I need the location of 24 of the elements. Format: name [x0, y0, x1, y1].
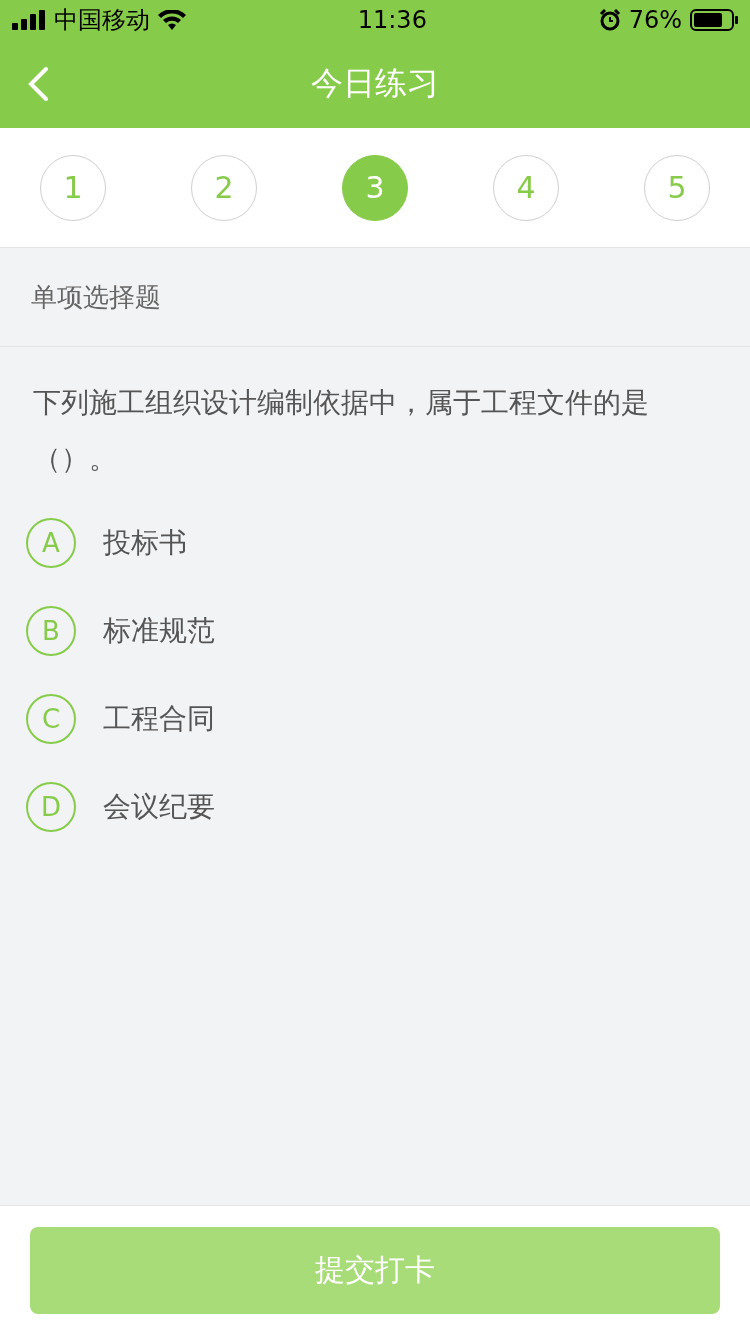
section-title: 单项选择题 — [0, 248, 750, 347]
option-letter[interactable]: A — [26, 518, 76, 568]
option-letter[interactable]: C — [26, 694, 76, 744]
back-icon[interactable] — [26, 66, 50, 102]
question-number-tab[interactable]: 5 — [644, 154, 710, 221]
question-number-tab[interactable]: 3 — [342, 154, 408, 221]
carrier-name: 中国移动 — [54, 5, 150, 36]
status-time: 11:36 — [357, 6, 427, 34]
option-text[interactable]: 标准规范 — [103, 612, 215, 650]
battery-percent: 76% — [628, 6, 682, 34]
question-text: 下列施工组织设计编制依据中，属于工程文件的是（）。 — [32, 385, 650, 477]
page-title: 今日练习 — [311, 63, 439, 104]
option-text[interactable]: 投标书 — [103, 524, 187, 562]
alarm-icon — [598, 9, 621, 31]
question-number-tab[interactable]: 2 — [191, 154, 257, 221]
option-letter[interactable]: D — [26, 782, 76, 832]
question-number-tab[interactable]: 1 — [40, 154, 106, 221]
battery-icon — [690, 9, 738, 31]
option-letter[interactable]: B — [26, 606, 76, 656]
wifi-icon — [158, 10, 186, 30]
option-text[interactable]: 工程合同 — [103, 700, 215, 738]
question-number-tab[interactable]: 4 — [493, 154, 559, 221]
signal-icon — [12, 10, 46, 30]
option-text[interactable]: 会议纪要 — [103, 788, 215, 826]
